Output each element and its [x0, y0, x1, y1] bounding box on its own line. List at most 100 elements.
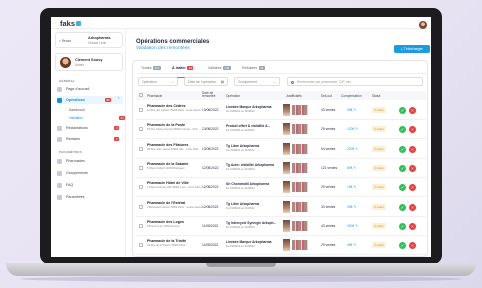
approve-button[interactable]: ✓ [399, 126, 406, 134]
compensation-value[interactable]: 45€ ✎ [347, 205, 356, 209]
proof-photo[interactable] [292, 220, 308, 231]
app-logo[interactable]: faks [60, 19, 82, 28]
approve-button[interactable]: ✓ [399, 184, 406, 192]
user-card[interactable]: Clément Sousy Admin [55, 53, 123, 71]
pharmacy-name[interactable]: Pharmacie de l'Estéral [147, 201, 203, 205]
row-checkbox[interactable] [139, 204, 143, 209]
sidebar-item-operations[interactable]: Opérations 24 ⌃ [57, 96, 123, 104]
sidebar-item-parametres[interactable]: Paramètres [57, 193, 123, 201]
proof-photo[interactable] [283, 161, 290, 174]
compensation-value[interactable]: 15€ ✎ [347, 185, 356, 189]
col-compensation[interactable]: Compensation [341, 94, 362, 98]
sidebar-item-pharmacies[interactable]: Pharmacies [57, 157, 123, 165]
table-row[interactable]: Pharmacie des Filatures 38 Rue Jean Jaurè… [136, 141, 426, 159]
operation-name[interactable]: Tg Intercycle Synergie Arkoph... [226, 221, 284, 225]
tab-refused[interactable]: Refusées 40 [242, 66, 265, 70]
proof-photo[interactable] [283, 219, 290, 232]
col-sales[interactable]: Sell-out [321, 94, 332, 98]
col-operation[interactable]: Opération [226, 94, 240, 98]
approve-button[interactable]: ✓ [399, 222, 406, 230]
proof-photo[interactable] [283, 123, 290, 136]
operation-name[interactable]: Linéaire Marque Arkopharma [226, 240, 284, 244]
operation-name[interactable]: Produit offert & visibilité A... [226, 124, 284, 128]
row-checkbox[interactable] [139, 185, 143, 190]
row-checkbox[interactable] [139, 223, 143, 228]
sidebar-item-groupements[interactable]: Groupements [57, 169, 123, 177]
proof-photo[interactable] [292, 143, 308, 154]
proof-photo[interactable] [292, 105, 308, 115]
proof-photo[interactable] [292, 240, 308, 251]
compensation-value[interactable]: 120€ ✎ [347, 127, 358, 131]
user-avatar[interactable] [419, 21, 427, 29]
compensation-value[interactable]: 220€ ✎ [347, 147, 358, 151]
date-filter[interactable]: Date de l'opération ▦ [184, 77, 228, 86]
operation-name[interactable]: Tg Libre Arkopharma [226, 202, 284, 206]
pharmacy-name[interactable]: Pharmacie des Loges [147, 220, 203, 224]
pharmacy-name[interactable]: Pharmacie Hôtel de Ville [147, 181, 203, 185]
pharmacy-name[interactable]: Pharmacie des Filatures [147, 143, 203, 147]
pharmacy-name[interactable]: Pharmacie des Cèdres [147, 104, 203, 108]
pharmacy-selector[interactable]: < Retour Arkopharma Grasse Lérin [55, 32, 123, 48]
sidebar-item-remises[interactable]: Remises 2 [57, 135, 123, 143]
proof-photo[interactable] [292, 162, 308, 173]
operation-name[interactable]: Sri Chondroitil Arkopharma [226, 182, 284, 186]
proof-photo[interactable] [292, 201, 308, 212]
approve-button[interactable]: ✓ [399, 242, 406, 250]
reject-button[interactable]: × [409, 107, 416, 114]
reject-button[interactable]: × [409, 222, 416, 230]
reject-button[interactable]: × [409, 164, 416, 172]
proof-photo[interactable] [283, 200, 290, 213]
col-date[interactable]: Date de remontée [202, 91, 222, 99]
approve-button[interactable]: ✓ [399, 164, 406, 172]
sidebar-item-home[interactable]: Page d'accueil [57, 85, 123, 93]
download-button[interactable]: ⤓ Télécharger [394, 45, 430, 53]
tab-to-process[interactable]: À traiter 24 [172, 66, 194, 70]
compensation-value[interactable]: 80€ ✎ [347, 166, 356, 170]
tab-all[interactable]: Toutes 312 [141, 66, 161, 70]
col-pharmacy[interactable]: Pharmacie [147, 94, 162, 98]
table-row[interactable]: Pharmacie de la Sabarie 5 Place Colbert 3… [136, 160, 426, 178]
row-checkbox[interactable] [139, 146, 143, 151]
proof-photo[interactable] [283, 181, 290, 194]
reject-button[interactable]: × [409, 145, 416, 153]
select-all-checkbox[interactable] [139, 93, 143, 97]
row-checkbox[interactable] [139, 127, 143, 132]
table-row[interactable]: Pharmacie des Cèdres 12 Rue des Cèdres 75… [136, 102, 426, 120]
operation-name[interactable]: Linéaire Marque Arkopharma [226, 105, 284, 109]
proof-photo[interactable] [292, 124, 308, 135]
reject-button[interactable]: × [409, 126, 416, 134]
operation-name[interactable]: Tg Azéo: visibilité Arkopharma [226, 163, 284, 167]
approve-button[interactable]: ✓ [399, 145, 406, 153]
sidebar-item-reclamations[interactable]: Réclamations 3 [57, 124, 123, 132]
reject-button[interactable]: × [409, 242, 416, 250]
proof-photo[interactable] [283, 239, 290, 252]
search-input[interactable]: Rechercher par pharmacie, CIP, etc. [287, 77, 423, 86]
pharmacy-name[interactable]: Pharmacie de la Sabarie [147, 162, 203, 166]
sidebar-item-faq[interactable]: FAQ [57, 181, 123, 189]
compensation-value[interactable]: 45€ ✎ [347, 243, 356, 247]
back-link[interactable]: < Retour [59, 39, 71, 43]
row-checkbox[interactable] [139, 243, 143, 248]
reject-button[interactable]: × [409, 184, 416, 192]
table-row[interactable]: Pharmacie de l'Estéral 3 Boulevard Carnot… [136, 199, 426, 217]
row-checkbox[interactable] [139, 108, 143, 112]
proof-photo[interactable] [292, 182, 308, 193]
approve-button[interactable]: ✓ [399, 203, 406, 211]
pharmacy-name[interactable]: Pharmacie de la Poste [147, 123, 203, 127]
row-checkbox[interactable] [139, 165, 143, 170]
operation-filter[interactable]: Opération ⌄ [138, 77, 178, 86]
table-row[interactable]: Pharmacie de la Poste 87 Rue Sainte Honor… [136, 121, 426, 140]
compensation-value[interactable]: 45€ ✎ [347, 108, 356, 112]
reject-button[interactable]: × [409, 203, 416, 211]
approve-button[interactable]: ✓ [399, 107, 406, 114]
pharmacy-name[interactable]: Pharmacie de la Trinité [147, 239, 203, 243]
sidebar-sub-validation[interactable]: Validation 24 [69, 116, 126, 120]
proof-photo[interactable] [283, 104, 290, 116]
table-row[interactable]: Pharmacie de la Trinité 22 Rue de la Stat… [136, 237, 426, 256]
sidebar-sub-dashboard[interactable]: Dashboard [69, 108, 85, 112]
table-row[interactable]: Pharmacie des Loges 8 Rue du Lac 74000 An… [136, 218, 426, 236]
operation-name[interactable]: Tg Libre Arkopharma [226, 144, 284, 148]
compensation-value[interactable]: 200€ ✎ [347, 224, 358, 228]
group-filter[interactable]: Groupement ⌄ [234, 77, 280, 86]
proof-photo[interactable] [283, 142, 290, 155]
